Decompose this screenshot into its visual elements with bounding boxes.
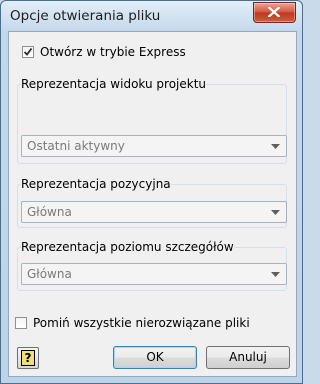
title-bar[interactable]: Opcje otwierania pliku xyxy=(1,1,302,31)
positional-representation-dropdown[interactable]: Główna xyxy=(21,201,287,223)
group-view-representation-title: Reprezentacja widoku projektu xyxy=(21,77,207,91)
close-icon xyxy=(268,7,280,17)
ok-button[interactable]: OK xyxy=(113,346,197,369)
express-mode-checkbox[interactable] xyxy=(22,46,34,58)
dropdown-arrow-icon xyxy=(271,210,280,215)
cancel-button[interactable]: Anuluj xyxy=(206,346,290,369)
dialog-window: Opcje otwierania pliku Otwórz w trybie E… xyxy=(0,0,303,384)
dialog-body: Otwórz w trybie Express Reprezentacja wi… xyxy=(8,31,297,377)
positional-representation-value: Główna xyxy=(27,205,72,219)
help-button[interactable]: ? xyxy=(17,347,39,369)
detail-level-representation-value: Główna xyxy=(27,267,72,281)
group-positional-representation-title: Reprezentacja pozycyjna xyxy=(21,177,171,191)
skip-unresolved-label[interactable]: Pomiń wszystkie nierozwiązane pliki xyxy=(33,316,250,330)
window-title: Opcje otwierania pliku xyxy=(10,8,161,24)
skip-unresolved-checkbox[interactable] xyxy=(15,317,27,329)
express-mode-label[interactable]: Otwórz w trybie Express xyxy=(40,45,186,59)
view-representation-dropdown[interactable]: Ostatni aktywny xyxy=(21,135,287,157)
dropdown-arrow-icon xyxy=(271,144,280,149)
dropdown-arrow-icon xyxy=(271,272,280,277)
checkmark-icon xyxy=(23,47,33,56)
detail-level-representation-dropdown[interactable]: Główna xyxy=(21,263,287,285)
close-button[interactable] xyxy=(253,2,296,23)
group-detail-level-representation-title: Reprezentacja poziomu szczegółów xyxy=(21,240,234,254)
view-representation-value: Ostatni aktywny xyxy=(27,139,125,153)
help-icon: ? xyxy=(21,350,35,366)
